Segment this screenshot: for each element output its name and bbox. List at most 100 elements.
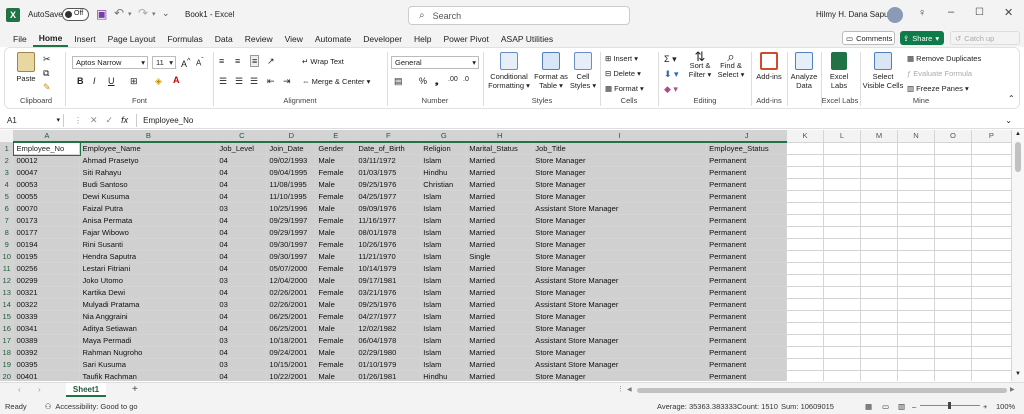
data-cell[interactable]: 10/14/1979 — [355, 262, 422, 275]
data-cell[interactable]: 03 — [216, 334, 268, 347]
data-cell[interactable]: 01/10/1979 — [355, 358, 422, 371]
border-icon[interactable]: ⊞ — [130, 76, 138, 87]
data-cell[interactable]: Assistant Store Manager — [532, 334, 708, 347]
data-cell[interactable]: 00047 — [13, 166, 81, 179]
data-cell[interactable]: 04 — [216, 346, 268, 359]
empty-cell[interactable] — [786, 142, 825, 155]
data-cell[interactable]: Married — [466, 358, 534, 371]
data-cell[interactable]: Islam — [420, 334, 468, 347]
empty-cell[interactable] — [860, 226, 898, 239]
data-cell[interactable]: 05/07/2000 — [266, 262, 317, 275]
collapse-ribbon-icon[interactable]: ⌃ — [1008, 94, 1015, 103]
share-button[interactable]: ⇪ Share ▾ — [900, 31, 944, 45]
data-cell[interactable]: Christian — [420, 178, 468, 191]
empty-cell[interactable] — [971, 214, 1012, 227]
data-cell[interactable]: Store Manager — [532, 166, 708, 179]
empty-cell[interactable] — [897, 298, 935, 311]
data-cell[interactable]: Permanent — [706, 298, 788, 311]
data-cell[interactable]: Islam — [420, 202, 468, 215]
data-cell[interactable]: Permanent — [706, 190, 788, 203]
empty-cell[interactable] — [971, 250, 1012, 263]
empty-cell[interactable] — [786, 178, 825, 191]
row-header[interactable]: 10 — [0, 250, 15, 263]
empty-cell[interactable] — [786, 202, 825, 215]
data-cell[interactable]: Islam — [420, 262, 468, 275]
row-header[interactable]: 3 — [0, 166, 15, 179]
tab-developer[interactable]: Developer — [357, 30, 408, 47]
empty-cell[interactable] — [786, 322, 825, 335]
empty-cell[interactable] — [860, 346, 898, 359]
data-cell[interactable]: Taufik Rachman — [79, 370, 218, 381]
data-cell[interactable]: 04 — [216, 214, 268, 227]
data-cell[interactable]: Permanent — [706, 214, 788, 227]
data-cell[interactable]: Store Manager — [532, 310, 708, 323]
row-header[interactable]: 19 — [0, 358, 15, 371]
empty-cell[interactable] — [934, 334, 972, 347]
empty-cell[interactable] — [823, 370, 862, 381]
add-ins-button[interactable]: Add-ins — [755, 52, 783, 81]
data-cell[interactable]: Mulyadi Pratama — [79, 298, 218, 311]
row-header[interactable]: 11 — [0, 262, 15, 275]
tab-home[interactable]: Home — [32, 30, 69, 47]
data-cell[interactable]: Permanent — [706, 166, 788, 179]
row-header[interactable]: 12 — [0, 274, 15, 287]
data-cell[interactable]: 09/24/2001 — [266, 346, 317, 359]
data-cell[interactable]: Kartika Dewi — [79, 286, 218, 299]
data-cell[interactable]: Lestari Fitriani — [79, 262, 218, 275]
data-cell[interactable]: 04 — [216, 370, 268, 381]
evaluate-formula-button[interactable]: ƒ Evaluate Formula — [907, 69, 972, 78]
align-bottom-icon[interactable]: ≡ — [250, 55, 260, 67]
data-cell[interactable]: 00070 — [13, 202, 81, 215]
data-cell[interactable]: Dewi Kusuma — [79, 190, 218, 203]
data-cell[interactable]: 04 — [216, 310, 268, 323]
header-cell[interactable]: Job_Level — [216, 142, 268, 155]
data-cell[interactable]: 04/27/1977 — [355, 310, 422, 323]
header-cell[interactable]: Date_of_Birth — [355, 142, 422, 155]
data-cell[interactable]: 00055 — [13, 190, 81, 203]
data-cell[interactable]: Budi Santoso — [79, 178, 218, 191]
formula-input[interactable]: Employee_No — [143, 116, 193, 125]
copy-icon[interactable]: ⧉ — [43, 68, 49, 79]
row-header[interactable]: 5 — [0, 190, 15, 203]
page-break-view-icon[interactable]: ▥ — [898, 402, 905, 411]
empty-cell[interactable] — [934, 214, 972, 227]
tab-insert[interactable]: Insert — [68, 30, 101, 47]
align-left-icon[interactable]: ☰ — [219, 76, 227, 87]
data-cell[interactable]: 10/25/1996 — [266, 202, 317, 215]
empty-cell[interactable] — [786, 166, 825, 179]
data-cell[interactable]: Permanent — [706, 346, 788, 359]
data-cell[interactable]: 12/04/2000 — [266, 274, 317, 287]
data-cell[interactable]: Store Manager — [532, 322, 708, 335]
header-cell[interactable]: Marital_Status — [466, 142, 534, 155]
data-cell[interactable]: Hendra Saputra — [79, 250, 218, 263]
tab-automate[interactable]: Automate — [309, 30, 357, 47]
data-cell[interactable]: Store Manager — [532, 262, 708, 275]
clear-icon[interactable]: ◆ ▾ — [664, 84, 678, 95]
data-cell[interactable]: 09/04/1995 — [266, 166, 317, 179]
font-size-select[interactable]: 11 ▾ — [152, 56, 176, 69]
data-cell[interactable]: Permanent — [706, 286, 788, 299]
data-cell[interactable]: 11/21/1970 — [355, 250, 422, 263]
data-cell[interactable]: Male — [315, 346, 357, 359]
scroll-down-icon[interactable]: ▼ — [1015, 371, 1021, 377]
data-cell[interactable]: Store Manager — [532, 178, 708, 191]
comments-button[interactable]: ▭ Comments — [842, 31, 895, 45]
row-header[interactable]: 18 — [0, 346, 15, 359]
empty-cell[interactable] — [860, 286, 898, 299]
data-cell[interactable]: 00299 — [13, 274, 81, 287]
empty-cell[interactable] — [786, 298, 825, 311]
row-header[interactable]: 15 — [0, 310, 15, 323]
data-cell[interactable]: Married — [466, 274, 534, 287]
data-cell[interactable]: Female — [315, 262, 357, 275]
empty-cell[interactable] — [971, 310, 1012, 323]
data-cell[interactable]: Ahmad Prasetyo — [79, 154, 218, 167]
italic-icon[interactable]: I — [93, 76, 96, 86]
vertical-scrollbar[interactable]: ▲ ▼ — [1012, 130, 1024, 382]
data-cell[interactable]: Anisa Permata — [79, 214, 218, 227]
data-cell[interactable]: Male — [315, 154, 357, 167]
tab-power-pivot[interactable]: Power Pivot — [438, 30, 495, 47]
data-cell[interactable]: Islam — [420, 214, 468, 227]
close-icon[interactable]: ✕ — [1004, 6, 1013, 19]
empty-cell[interactable] — [860, 142, 898, 155]
row-header[interactable]: 13 — [0, 286, 15, 299]
